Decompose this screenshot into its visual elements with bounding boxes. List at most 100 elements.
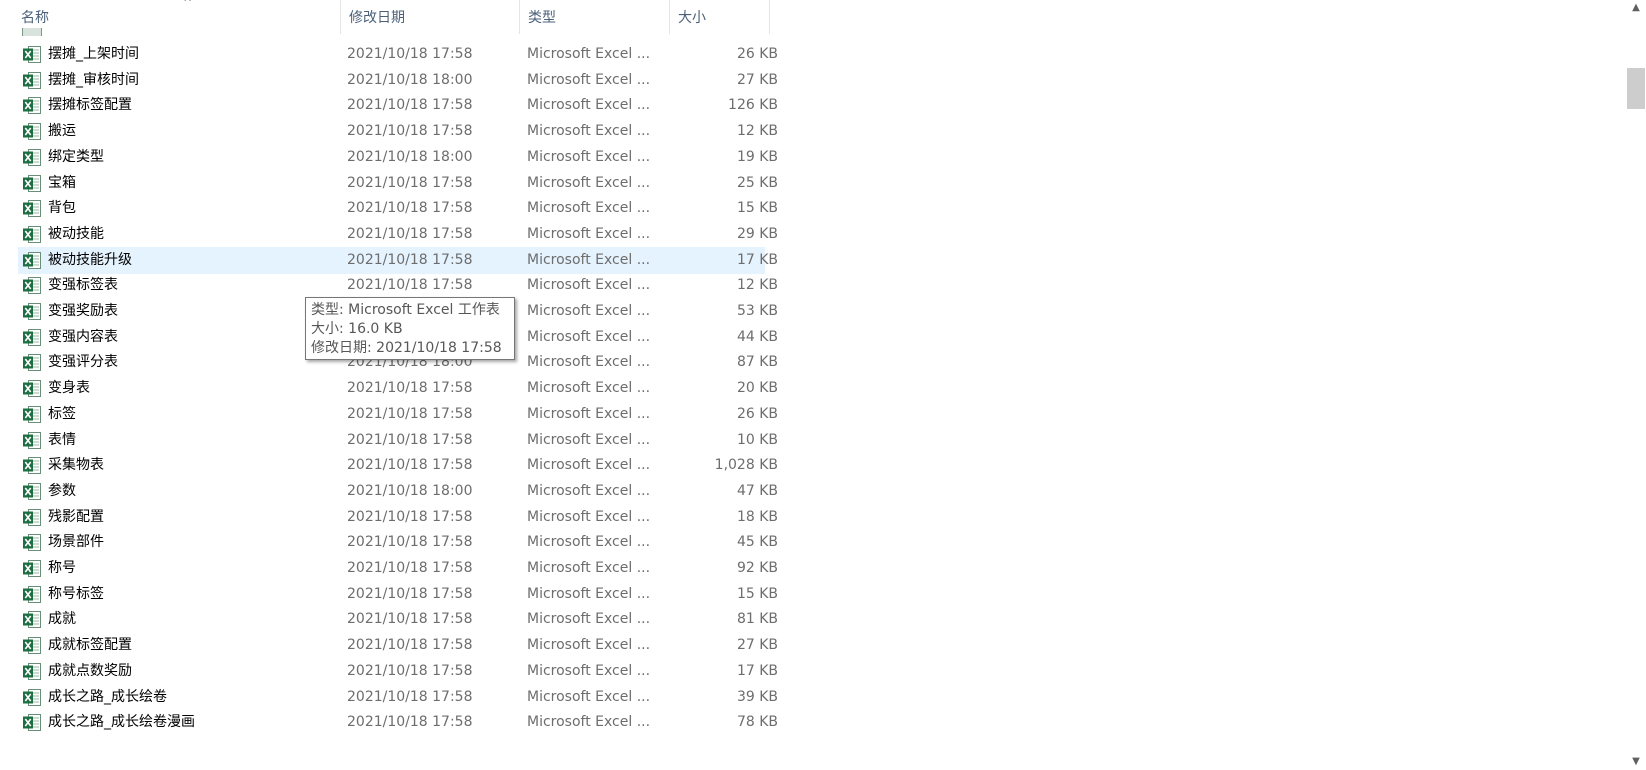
file-name: 变强标签表 xyxy=(48,277,118,294)
file-row[interactable]: 变强标签表 2021/10/18 17:58 Microsoft Excel ...… xyxy=(18,272,778,299)
excel-file-icon xyxy=(22,45,42,64)
file-modified-date: 2021/10/18 17:58 xyxy=(347,277,473,294)
file-type: Microsoft Excel ... xyxy=(527,71,651,88)
excel-file-icon xyxy=(22,713,42,732)
scrollbar-thumb[interactable] xyxy=(1627,68,1645,109)
file-modified-date: 2021/10/18 17:58 xyxy=(347,431,473,448)
excel-file-icon xyxy=(22,276,42,295)
file-row[interactable]: 采集物表 2021/10/18 17:58 Microsoft Excel ... 1… xyxy=(18,452,778,479)
file-type: Microsoft Excel ... xyxy=(527,148,651,165)
file-name: 称号 xyxy=(48,560,76,576)
file-type: Microsoft Excel ... xyxy=(527,225,651,242)
file-type: Microsoft Excel ... xyxy=(527,714,651,731)
file-row[interactable]: 参数 2021/10/18 18:00 Microsoft Excel ... 47 … xyxy=(18,478,778,505)
file-row[interactable]: 场景部件 2021/10/18 17:58 Microsoft Excel ... 4… xyxy=(18,529,778,556)
file-type: Microsoft Excel ... xyxy=(527,431,651,448)
file-size: 27 KB xyxy=(736,637,778,654)
file-size: 45 KB xyxy=(736,534,778,551)
file-modified-date: 2021/10/18 17:58 xyxy=(347,585,473,602)
file-size: 15 KB xyxy=(736,200,778,217)
file-name: 变强奖励表 xyxy=(48,303,118,319)
excel-file-icon xyxy=(22,585,42,604)
scroll-down-arrow-icon[interactable]: ▼ xyxy=(1626,754,1646,770)
file-row[interactable]: 变身表 2021/10/18 17:58 Microsoft Excel ... 20… xyxy=(18,375,778,402)
file-row[interactable]: 称号 2021/10/18 17:58 Microsoft Excel ... 92 … xyxy=(18,555,778,582)
file-size: 12 KB xyxy=(736,123,778,140)
file-size: 78 KB xyxy=(736,714,778,731)
excel-file-icon xyxy=(22,405,42,424)
file-name: 场景部件 xyxy=(48,534,104,551)
file-row[interactable]: 标签 2021/10/18 17:58 Microsoft Excel ... 26 … xyxy=(18,401,778,428)
file-size: 81 KB xyxy=(736,611,778,628)
file-row[interactable]: 成长之路_成长绘卷漫画 2021/10/18 17:58 Microsoft Exc… xyxy=(18,709,778,736)
file-size: 17 KB xyxy=(736,662,778,679)
file-name: 成就点数奖励 xyxy=(48,662,132,679)
excel-file-icon xyxy=(22,379,42,398)
excel-file-icon xyxy=(22,559,42,578)
file-size: 26 KB xyxy=(736,405,778,422)
file-row[interactable]: 被动技能升级 2021/10/18 17:58 Microsoft Excel ..… xyxy=(18,246,778,274)
file-modified-date: 2021/10/18 17:58 xyxy=(347,46,473,62)
excel-file-icon xyxy=(22,688,42,707)
column-header-size-label: 大小 xyxy=(678,10,706,26)
excel-file-icon xyxy=(22,610,42,629)
partially-hidden-row[interactable] xyxy=(18,26,758,36)
excel-file-icon xyxy=(22,636,42,655)
file-row[interactable]: 搬运 2021/10/18 17:58 Microsoft Excel ... 12 … xyxy=(18,118,778,145)
file-name: 宝箱 xyxy=(48,174,76,191)
file-size: 47 KB xyxy=(736,482,778,499)
file-row[interactable]: 背包 2021/10/18 17:58 Microsoft Excel ... 15 … xyxy=(18,195,778,222)
file-name: 称号标签 xyxy=(48,585,104,602)
file-name: 摆摊标签配置 xyxy=(48,97,132,114)
tooltip-size: 大小: 16.0 KB xyxy=(311,321,403,337)
excel-file-icon xyxy=(22,148,42,167)
file-row[interactable]: 称号标签 2021/10/18 17:58 Microsoft Excel ... 1… xyxy=(18,581,778,608)
file-size: 10 KB xyxy=(736,431,778,448)
file-info-tooltip: 类型: Microsoft Excel 工作表 大小: 16.0 KB 修改日期… xyxy=(305,297,515,360)
file-size: 18 KB xyxy=(736,508,778,525)
file-size: 12 KB xyxy=(736,277,778,294)
file-row[interactable]: 绑定类型 2021/10/18 18:00 Microsoft Excel ... 1… xyxy=(18,144,778,171)
file-type: Microsoft Excel ... xyxy=(527,508,651,525)
file-name: 成长之路_成长绘卷漫画 xyxy=(48,714,195,731)
file-type: Microsoft Excel ... xyxy=(527,688,651,705)
file-size: 15 KB xyxy=(736,585,778,602)
file-name: 搬运 xyxy=(48,123,76,140)
excel-file-icon xyxy=(22,174,42,193)
file-row[interactable]: 残影配置 2021/10/18 17:58 Microsoft Excel ... 1… xyxy=(18,504,778,531)
sort-ascending-icon: ^ xyxy=(183,0,193,9)
file-size: 19 KB xyxy=(736,148,778,165)
file-row[interactable]: 摆摊_审核时间 2021/10/18 18:00 Microsoft Excel .… xyxy=(18,67,778,94)
file-row[interactable]: 成就标签配置 2021/10/18 17:58 Microsoft Excel ..… xyxy=(18,632,778,659)
file-name: 成就 xyxy=(48,611,76,628)
file-name: 被动技能升级 xyxy=(48,251,132,268)
column-header-name-label: 名称 xyxy=(21,10,49,26)
file-row[interactable]: 成就点数奖励 2021/10/18 17:58 Microsoft Excel ..… xyxy=(18,658,778,685)
excel-file-icon xyxy=(22,302,42,321)
file-name: 变强内容表 xyxy=(48,328,118,345)
file-type: Microsoft Excel ... xyxy=(527,534,651,551)
file-type: Microsoft Excel ... xyxy=(527,174,651,191)
file-size: 1,028 KB xyxy=(714,457,778,474)
file-name: 摆摊_审核时间 xyxy=(48,71,139,88)
excel-file-icon xyxy=(22,96,42,115)
file-modified-date: 2021/10/18 17:58 xyxy=(347,560,473,576)
file-row[interactable]: 摆摊标签配置 2021/10/18 17:58 Microsoft Excel ..… xyxy=(18,92,778,119)
vertical-scrollbar[interactable]: ▲ ▼ xyxy=(1626,0,1646,770)
column-header-date-label: 修改日期 xyxy=(349,10,405,26)
excel-file-icon xyxy=(22,431,42,450)
file-modified-date: 2021/10/18 17:58 xyxy=(347,508,473,525)
file-row[interactable]: 摆摊_上架时间 2021/10/18 17:58 Microsoft Excel .… xyxy=(18,41,778,68)
file-row[interactable]: 成就 2021/10/18 17:58 Microsoft Excel ... 81 … xyxy=(18,606,778,633)
file-modified-date: 2021/10/18 18:00 xyxy=(347,482,473,499)
file-row[interactable]: 被动技能 2021/10/18 17:58 Microsoft Excel ... 2… xyxy=(18,221,778,248)
file-size: 53 KB xyxy=(736,303,778,319)
file-row[interactable]: 宝箱 2021/10/18 17:58 Microsoft Excel ... 25 … xyxy=(18,170,778,197)
scroll-up-arrow-icon[interactable]: ▲ xyxy=(1626,0,1646,16)
file-size: 27 KB xyxy=(736,71,778,88)
excel-file-icon xyxy=(22,353,42,372)
file-row[interactable]: 成长之路_成长绘卷 2021/10/18 17:58 Microsoft Excel… xyxy=(18,684,778,711)
file-type: Microsoft Excel ... xyxy=(527,97,651,114)
file-modified-date: 2021/10/18 17:58 xyxy=(347,200,473,217)
file-row[interactable]: 表情 2021/10/18 17:58 Microsoft Excel ... 10 … xyxy=(18,427,778,454)
